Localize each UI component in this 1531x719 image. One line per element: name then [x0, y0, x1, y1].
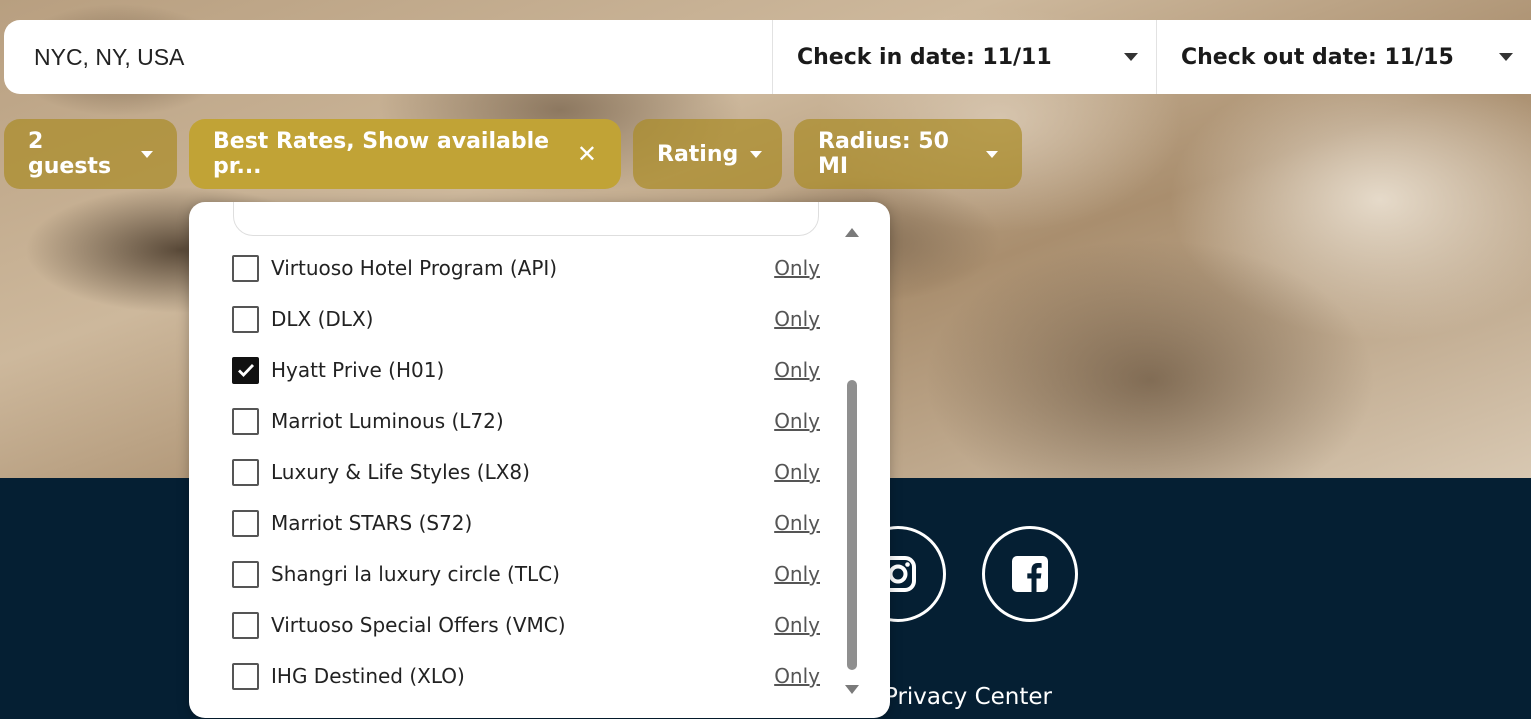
rate-program-option[interactable]: Luxury & Life Styles (LX8) Only — [232, 452, 822, 492]
rate-program-option[interactable]: Marriot STARS (S72) Only — [232, 503, 822, 543]
check-in-date-dropdown[interactable]: Check in date: 11/11 — [772, 20, 1156, 94]
rate-program-option[interactable]: Hyatt Prive (H01) Only — [232, 350, 822, 390]
rate-program-label: Virtuoso Hotel Program (API) — [271, 256, 558, 280]
close-icon[interactable]: ✕ — [577, 142, 597, 166]
rate-program-label: DLX (DLX) — [271, 307, 374, 331]
rate-program-label: Shangri la luxury circle (TLC) — [271, 562, 560, 586]
rate-program-option[interactable]: Shangri la luxury circle (TLC) Only — [232, 554, 822, 594]
privacy-center-link[interactable]: Privacy Center — [884, 684, 1052, 710]
chevron-down-icon — [986, 150, 998, 158]
guests-filter-label: 2 guests — [28, 129, 112, 179]
rates-filter-label: Best Rates, Show available pr... — [213, 129, 550, 179]
dropdown-scrollbar[interactable] — [844, 222, 860, 700]
rate-program-label: Luxury & Life Styles (LX8) — [271, 460, 530, 484]
scroll-down-arrow-icon[interactable] — [845, 685, 859, 694]
location-input[interactable] — [4, 20, 772, 94]
rating-filter-label: Rating — [657, 141, 739, 167]
check-out-date-label: Check out date: 11/15 — [1181, 44, 1454, 70]
rate-program-label: Hyatt Prive (H01) — [271, 358, 445, 382]
rate-program-label: IHG Destined (XLO) — [271, 664, 465, 688]
checkbox[interactable] — [232, 458, 259, 486]
only-link[interactable]: Only — [774, 358, 820, 382]
rate-program-label: Marriot Luminous (L72) — [271, 409, 504, 433]
checkbox[interactable] — [232, 509, 259, 537]
rates-filter-button[interactable]: Best Rates, Show available pr... ✕ — [189, 119, 621, 189]
only-link[interactable]: Only — [774, 256, 820, 280]
only-link[interactable]: Only — [774, 613, 820, 637]
rate-program-option[interactable]: Virtuoso Hotel Program (API) Only — [232, 248, 822, 288]
checkmark-icon — [237, 364, 254, 378]
only-link[interactable]: Only — [774, 664, 820, 688]
rate-program-label: Virtuoso Special Offers (VMC) — [271, 613, 566, 637]
checkbox[interactable] — [232, 662, 259, 690]
radius-filter-button[interactable]: Radius: 50 MI — [794, 119, 1022, 189]
checkbox[interactable] — [232, 305, 259, 333]
scrollbar-thumb[interactable] — [847, 380, 857, 670]
guests-filter-button[interactable]: 2 guests — [4, 119, 177, 189]
rate-program-option[interactable]: Virtuoso Special Offers (VMC) Only — [232, 605, 822, 645]
scroll-up-arrow-icon[interactable] — [845, 228, 859, 237]
rating-filter-button[interactable]: Rating — [633, 119, 782, 189]
chevron-down-icon — [141, 150, 153, 158]
rate-programs-dropdown: Virtuoso Hotel Program (API) Only DLX (DLX… — [189, 202, 890, 718]
check-out-date-dropdown[interactable]: Check out date: 11/15 — [1156, 20, 1531, 94]
rate-program-option[interactable]: IHG Destined (XLO) Only — [232, 656, 822, 696]
checkbox[interactable] — [232, 611, 259, 639]
only-link[interactable]: Only — [774, 460, 820, 484]
dropdown-search-field[interactable] — [233, 202, 819, 236]
radius-filter-label: Radius: 50 MI — [818, 129, 949, 179]
facebook-link[interactable] — [982, 526, 1078, 622]
only-link[interactable]: Only — [774, 562, 820, 586]
chevron-down-icon — [1499, 53, 1513, 61]
facebook-icon — [1012, 556, 1048, 592]
checkbox[interactable] — [232, 356, 259, 384]
only-link[interactable]: Only — [774, 307, 820, 331]
rate-program-option[interactable]: DLX (DLX) Only — [232, 299, 822, 339]
rate-program-label: Marriot STARS (S72) — [271, 511, 473, 535]
only-link[interactable]: Only — [774, 511, 820, 535]
check-in-date-label: Check in date: 11/11 — [797, 44, 1052, 70]
only-link[interactable]: Only — [774, 409, 820, 433]
chevron-down-icon — [1124, 53, 1138, 61]
checkbox[interactable] — [232, 254, 259, 282]
checkbox[interactable] — [232, 560, 259, 588]
checkbox[interactable] — [232, 407, 259, 435]
chevron-down-icon — [750, 150, 763, 158]
search-bar: Check in date: 11/11 Check out date: 11/… — [4, 20, 1531, 94]
rate-program-option[interactable]: Marriot Luminous (L72) Only — [232, 401, 822, 441]
